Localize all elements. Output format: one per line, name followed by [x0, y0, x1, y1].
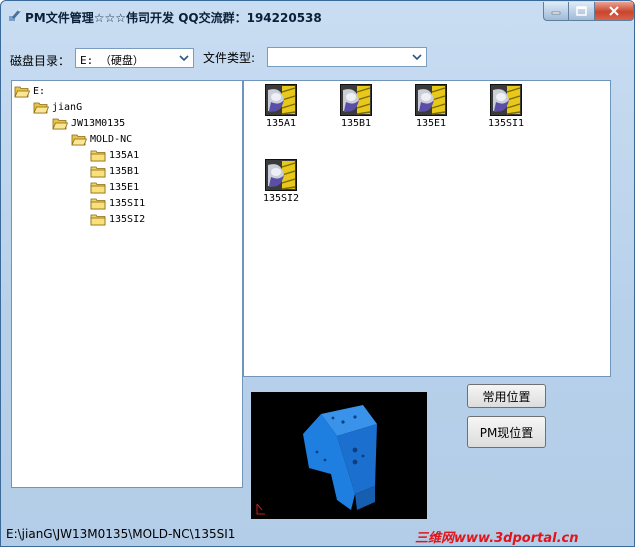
folder-open-icon: [14, 85, 33, 98]
app-icon: [7, 7, 23, 23]
pm-file-icon: [265, 84, 297, 116]
tree-node[interactable]: 135B1: [90, 164, 139, 178]
app-window: PM文件管理☆☆☆伟司开发 QQ交流群：194220538 磁盘目录： E: （…: [0, 0, 635, 547]
folder-icon: [90, 213, 109, 226]
tree-node-label: jianG: [52, 101, 83, 113]
status-bar: E:\jianG\JW13M0135\MOLD-NC\135SI1 三维网www…: [1, 522, 634, 546]
tree-node-label: E:: [33, 85, 46, 97]
file-item[interactable]: 135B1: [326, 84, 386, 129]
common-location-button[interactable]: 常用位置: [467, 384, 546, 408]
minimize-button[interactable]: [543, 2, 569, 21]
tree-node[interactable]: jianG: [33, 100, 82, 114]
file-item[interactable]: 135SI2: [251, 159, 311, 204]
tree-node[interactable]: 135SI2: [90, 212, 145, 226]
tree-node[interactable]: 135SI1: [90, 196, 145, 210]
pm-file-icon: [415, 84, 447, 116]
file-item[interactable]: 135A1: [251, 84, 311, 129]
tree-node[interactable]: MOLD-NC: [71, 132, 132, 146]
minimize-icon: [551, 11, 561, 15]
close-button[interactable]: [594, 2, 634, 21]
filetype-select[interactable]: [267, 47, 427, 67]
close-icon: [609, 6, 619, 16]
pm-file-icon: [265, 159, 297, 191]
tree-node[interactable]: JW13M0135: [52, 116, 125, 130]
tree-node[interactable]: 135A1: [90, 148, 139, 162]
file-item-label: 135E1: [415, 118, 447, 129]
folder-open-icon: [71, 133, 90, 146]
tree-node-label: 135B1: [109, 165, 140, 177]
title-bar[interactable]: PM文件管理☆☆☆伟司开发 QQ交流群：194220538: [1, 1, 634, 31]
tree-node-label: 135E1: [109, 181, 140, 193]
file-item-label: 135A1: [265, 118, 297, 129]
file-list[interactable]: 135A1 135B1 135E1 135SI1 135SI2: [243, 80, 611, 377]
maximize-icon: [576, 6, 587, 16]
folder-icon: [90, 149, 109, 162]
pm-file-icon: [490, 84, 522, 116]
tree-node[interactable]: 135E1: [90, 180, 139, 194]
chevron-down-icon: [179, 55, 189, 62]
folder-open-icon: [33, 101, 52, 114]
folder-icon: [90, 197, 109, 210]
tree-node-label: 135A1: [109, 149, 140, 161]
maximize-button[interactable]: [568, 2, 595, 21]
window-title: PM文件管理☆☆☆伟司开发 QQ交流群：194220538: [25, 11, 322, 25]
file-item-label: 135B1: [340, 118, 372, 129]
disk-label: 磁盘目录：: [10, 54, 71, 68]
model-preview: [251, 392, 427, 519]
chevron-down-icon: [412, 54, 422, 61]
tree-node-label: 135SI1: [109, 197, 146, 209]
disk-select-value: E: （硬盘）: [80, 54, 144, 67]
pm-file-icon: [340, 84, 372, 116]
status-path: E:\jianG\JW13M0135\MOLD-NC\135SI1: [6, 527, 236, 541]
tree-node-label: JW13M0135: [71, 117, 126, 129]
tree-node[interactable]: E:: [14, 84, 45, 98]
tree-node-label: 135SI2: [109, 213, 146, 225]
model-preview-image: [256, 405, 377, 515]
file-item[interactable]: 135E1: [401, 84, 461, 129]
folder-open-icon: [52, 117, 71, 130]
file-item[interactable]: 135SI1: [476, 84, 536, 129]
file-item-label: 135SI2: [262, 193, 300, 204]
folder-icon: [90, 181, 109, 194]
disk-select[interactable]: E: （硬盘）: [75, 48, 194, 68]
pm-current-location-button[interactable]: PM现位置: [467, 416, 546, 448]
folder-icon: [90, 165, 109, 178]
tree-node-label: MOLD-NC: [90, 133, 133, 145]
filetype-label: 文件类型:: [203, 51, 256, 65]
file-item-label: 135SI1: [487, 118, 525, 129]
folder-tree[interactable]: E: jianG JW13M0135 MOLD-NC 135A1 135B1 135E1 13…: [11, 80, 243, 488]
watermark: 三维网www.3dportal.cn: [415, 531, 579, 546]
